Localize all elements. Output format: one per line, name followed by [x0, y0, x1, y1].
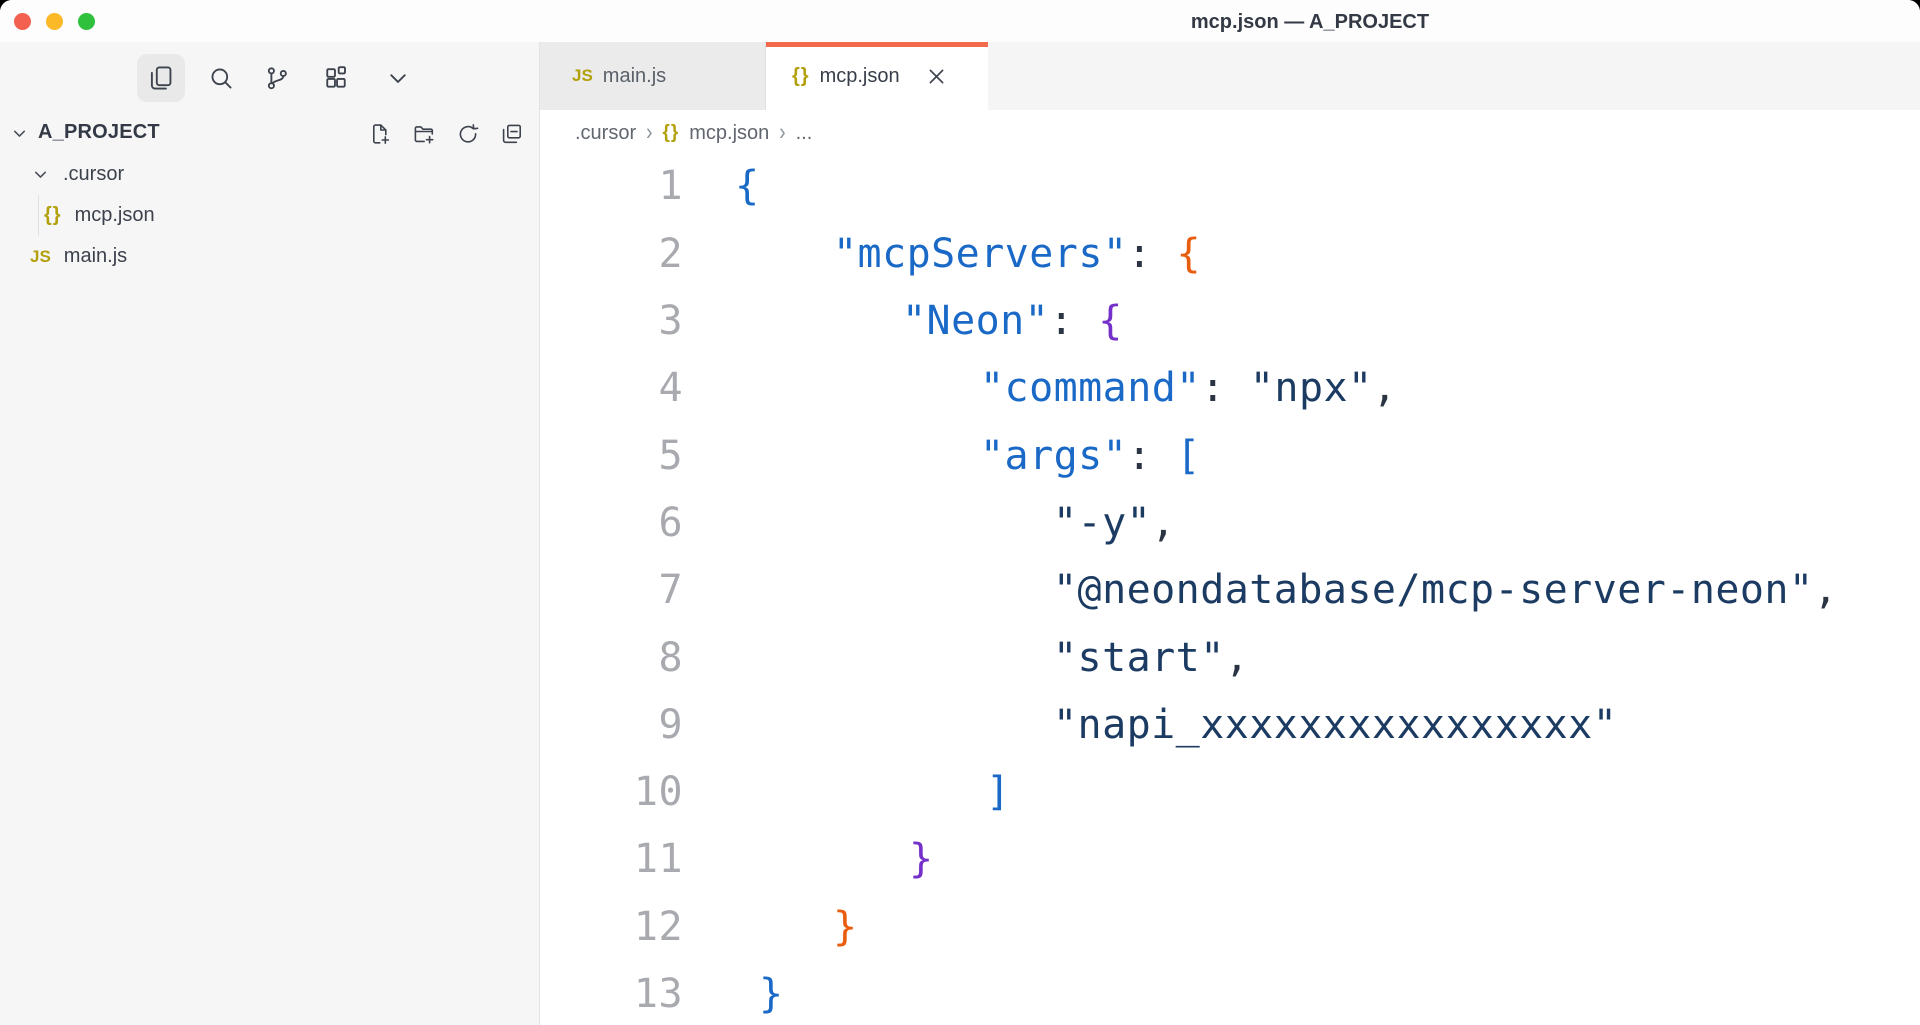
refresh-explorer-icon-button[interactable]	[451, 117, 484, 150]
tab-mcp-json[interactable]: {} mcp.json	[766, 42, 988, 110]
code-text: "napi_xxxxxxxxxxxxxxxx"	[683, 702, 1617, 748]
code-text: "command": "npx",	[683, 365, 1397, 411]
code-line-9[interactable]: 9"napi_xxxxxxxxxxxxxxxx"	[540, 691, 1920, 759]
code-line-4[interactable]: 4"command": "npx",	[540, 354, 1920, 422]
code-line-11[interactable]: 11}	[540, 825, 1920, 893]
close-tab-icon[interactable]	[924, 63, 950, 89]
new-file-icon-button[interactable]	[363, 117, 396, 150]
code-text: "@neondatabase/mcp-server-neon",	[683, 567, 1838, 613]
chevron-down-icon	[384, 64, 412, 92]
code-line-12[interactable]: 12}	[540, 893, 1920, 961]
code-line-3[interactable]: 3"Neon": {	[540, 287, 1920, 355]
line-number: 7	[540, 567, 683, 613]
window-title: mcp.json — A_PROJECT	[1040, 0, 1580, 42]
code-text: "start",	[683, 635, 1249, 681]
tab-label: main.js	[603, 65, 666, 88]
tab-label: mcp.json	[820, 65, 900, 88]
explorer-icon-button[interactable]	[137, 54, 185, 102]
line-number: 9	[540, 702, 683, 748]
line-number: 10	[540, 769, 683, 815]
code-text: {	[683, 163, 760, 209]
json-file-icon: {}	[792, 65, 810, 88]
line-number: 12	[540, 904, 683, 950]
activity-bar	[0, 54, 539, 106]
code-line-5[interactable]: 5"args": [	[540, 422, 1920, 490]
minimize-button[interactable]	[46, 13, 63, 30]
tree-item-cursor[interactable]: .cursor	[0, 154, 539, 195]
code-text: "mcpServers": {	[683, 231, 1201, 277]
explorer-root-label[interactable]: A_PROJECT	[38, 121, 160, 144]
code-line-6[interactable]: 6"-y",	[540, 489, 1920, 557]
line-number: 13	[540, 971, 683, 1017]
line-number: 3	[540, 298, 683, 344]
tab-bar: JS main.js {} mcp.json	[540, 42, 1920, 110]
line-number: 1	[540, 163, 683, 209]
new-folder-icon-button[interactable]	[407, 117, 440, 150]
explorer-header[interactable]: A_PROJECT	[0, 112, 539, 154]
tree-item-label: main.js	[64, 245, 127, 268]
chevron-down-icon[interactable]	[10, 124, 29, 143]
json-file-icon: {}	[44, 204, 62, 227]
code-text: }	[683, 904, 858, 950]
zoom-button[interactable]	[78, 13, 95, 30]
editor-pane[interactable]: .cursor›{}mcp.json›... 1{2"mcpServers": …	[540, 110, 1920, 1025]
javascript-file-icon: JS	[30, 247, 51, 267]
javascript-file-icon: JS	[572, 66, 593, 86]
code-text: "Neon": {	[683, 298, 1123, 344]
title-bar: mcp.json — A_PROJECT	[0, 0, 1920, 42]
source-control-icon-button[interactable]	[253, 54, 301, 102]
tree-item-label: .cursor	[63, 163, 124, 186]
tree-item-mcp-json[interactable]: {} mcp.json	[0, 195, 539, 236]
explorer-actions	[363, 117, 528, 150]
code-line-1[interactable]: 1{	[540, 152, 1920, 220]
chevron-down-icon	[31, 165, 50, 184]
search-icon	[207, 64, 235, 92]
code-area[interactable]: 1{2"mcpServers": {3"Neon": {4"command": …	[540, 110, 1920, 1025]
sidebar: A_PROJECT .cursor{} mcp.json JS main.js	[0, 42, 539, 1025]
code-line-8[interactable]: 8"start",	[540, 624, 1920, 692]
code-line-13[interactable]: 13}	[540, 960, 1920, 1025]
line-number: 2	[540, 231, 683, 277]
close-button[interactable]	[14, 13, 31, 30]
code-text: ]	[683, 769, 1011, 815]
line-number: 6	[540, 500, 683, 546]
code-text: }	[683, 971, 784, 1017]
line-number: 11	[540, 836, 683, 882]
traffic-lights	[14, 13, 95, 30]
code-text: "args": [	[683, 433, 1201, 479]
indent-guide	[38, 195, 39, 236]
code-line-2[interactable]: 2"mcpServers": {	[540, 220, 1920, 288]
tab-main-js[interactable]: JS main.js	[540, 42, 766, 110]
extensions-icon	[322, 64, 350, 92]
code-text: }	[683, 836, 934, 882]
app-window: mcp.json — A_PROJECT A_PROJECT .cursor{}…	[0, 0, 1920, 1025]
extensions-icon-button[interactable]	[312, 54, 360, 102]
code-line-10[interactable]: 10]	[540, 758, 1920, 826]
source-control-icon	[263, 64, 291, 92]
line-number: 5	[540, 433, 683, 479]
code-line-7[interactable]: 7"@neondatabase/mcp-server-neon",	[540, 556, 1920, 624]
collapse-folders-icon-button[interactable]	[495, 117, 528, 150]
tree-item-label: mcp.json	[75, 204, 155, 227]
code-text: "-y",	[683, 500, 1176, 546]
more-views-icon-button[interactable]	[374, 54, 422, 102]
active-tab-accent	[766, 42, 988, 47]
line-number: 4	[540, 365, 683, 411]
search-icon-button[interactable]	[197, 54, 245, 102]
line-number: 8	[540, 635, 683, 681]
tree-item-main-js[interactable]: JS main.js	[0, 236, 539, 277]
files-icon	[147, 64, 175, 92]
